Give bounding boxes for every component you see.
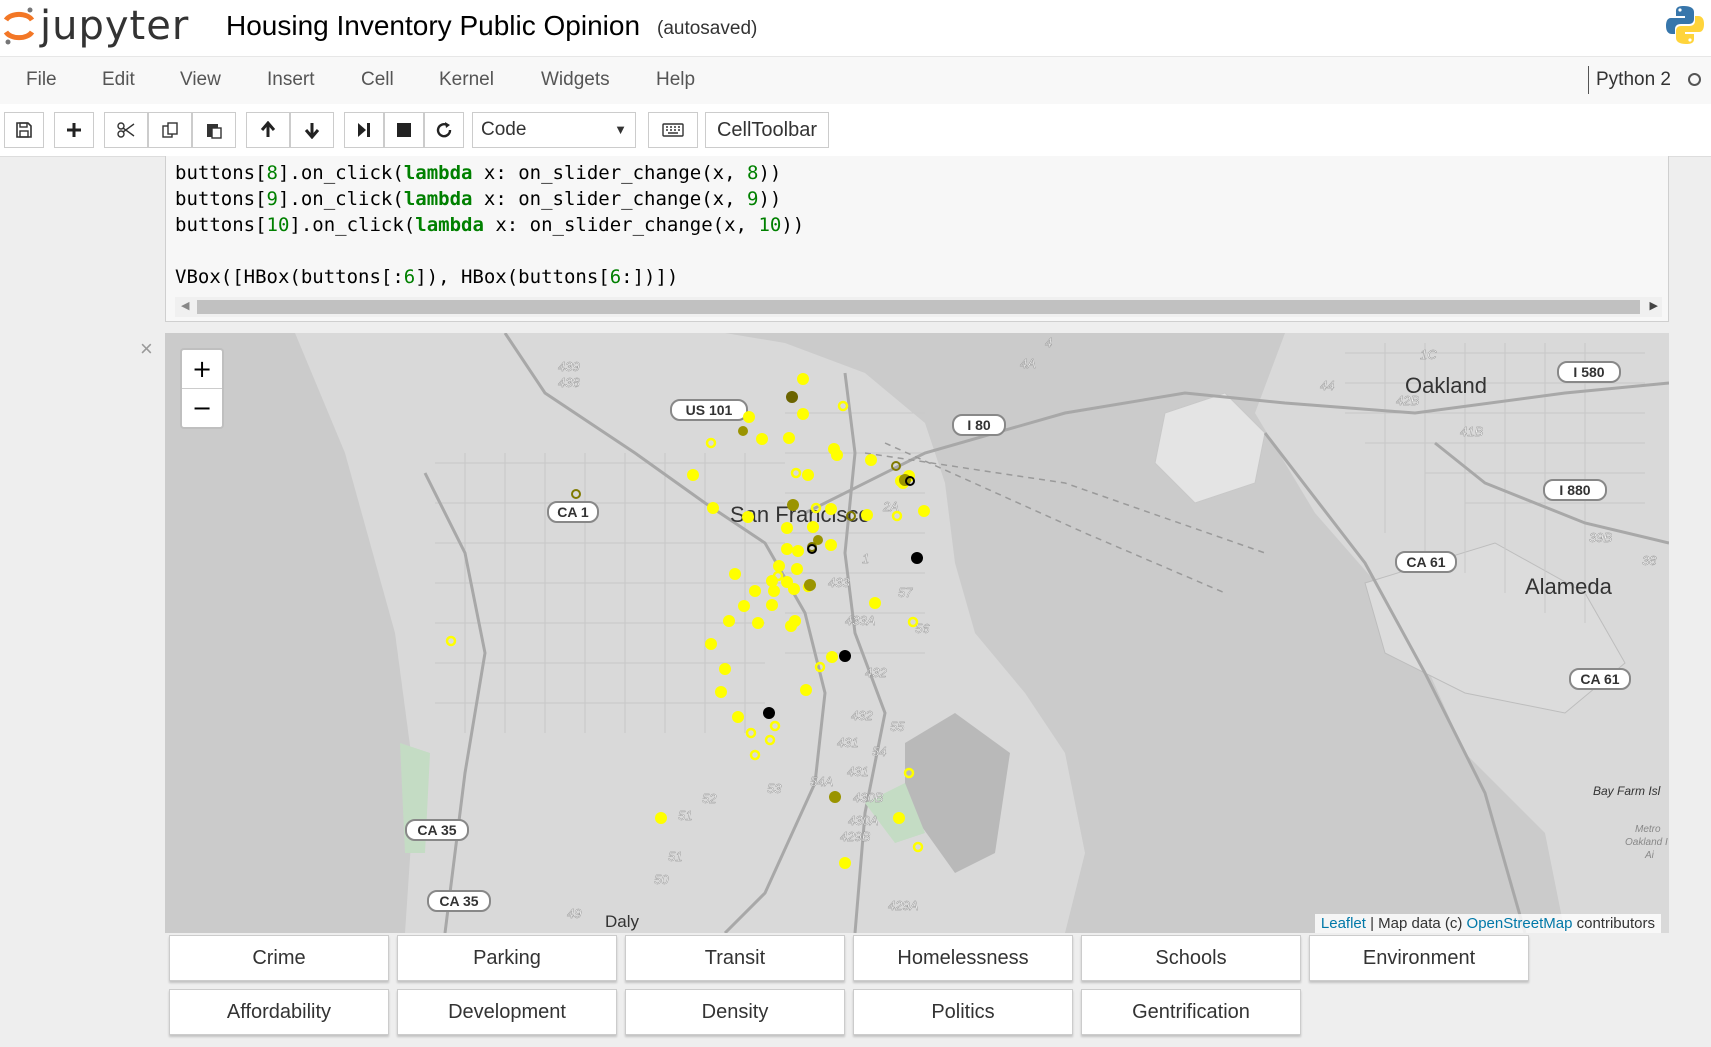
kernel-idle-indicator-icon [1688,73,1701,86]
paste-icon [207,124,222,139]
kernel-separator [1588,66,1589,94]
menu-widgets[interactable]: Widgets [541,69,610,91]
plus-icon [67,123,81,137]
menu-kernel[interactable]: Kernel [439,69,494,91]
code-line: VBox([HBox(buttons[:6]), HBox(buttons[6:… [175,266,679,288]
code-line: buttons[10].on_click(lambda x: on_slider… [175,214,805,236]
openstreetmap-link[interactable]: OpenStreetMap [1467,915,1573,932]
leaflet-map[interactable]: San Francisco Oakland Alameda Daly Bay F… [165,333,1669,933]
copy-button[interactable] [148,112,192,148]
insert-cell-button[interactable] [54,112,94,148]
topic-button-schools[interactable]: Schools [1081,935,1301,981]
topic-button-environment[interactable]: Environment [1309,935,1529,981]
autosave-status: (autosaved) [657,18,758,39]
cell-type-select[interactable]: Code ▼ [472,112,636,148]
close-output-icon[interactable]: × [140,336,153,362]
menu-edit[interactable]: Edit [102,69,135,91]
save-icon [16,122,32,138]
cell-type-value: Code [481,119,527,140]
attribution-text: | Map data (c) [1370,915,1463,932]
save-button[interactable] [4,112,44,148]
scrollbar-thumb[interactable] [197,300,1640,314]
topic-button-gentrification[interactable]: Gentrification [1081,989,1301,1035]
topic-button-politics[interactable]: Politics [853,989,1073,1035]
celltoolbar-button[interactable]: CellToolbar [705,112,829,148]
toolbar: Code ▼ CellToolbar [0,104,1711,157]
stop-icon [397,123,411,137]
attribution-contributors: contributors [1576,915,1655,932]
notebook-title[interactable]: Housing Inventory Public Opinion [226,10,640,42]
zoom-in-button[interactable]: + [182,350,222,388]
cut-button[interactable] [104,112,148,148]
menu-insert[interactable]: Insert [267,69,315,91]
notebook-header: jupyter Housing Inventory Public Opinion… [0,0,1711,56]
arrow-down-icon [304,123,320,139]
keyboard-icon [662,123,684,137]
code-cell-input[interactable]: buttons[8].on_click(lambda x: on_slider_… [165,156,1669,322]
scissors-icon [117,122,135,138]
map-attribution: Leaflet | Map data (c) OpenStreetMap con… [1314,914,1661,933]
scroll-left-icon[interactable]: ◀ [181,299,189,312]
interrupt-kernel-button[interactable] [384,112,424,148]
topic-button-parking[interactable]: Parking [397,935,617,981]
menu-cell[interactable]: Cell [361,69,394,91]
topic-button-crime[interactable]: Crime [169,935,389,981]
menu-help[interactable]: Help [656,69,695,91]
code-line: buttons[8].on_click(lambda x: on_slider_… [175,162,782,184]
move-down-button[interactable] [290,112,334,148]
jupyter-logo-icon [3,7,35,45]
arrow-up-icon [260,121,276,137]
command-palette-button[interactable] [648,112,698,148]
dropdown-caret-icon: ▼ [614,122,627,137]
run-button[interactable] [344,112,384,148]
topic-button-development[interactable]: Development [397,989,617,1035]
menubar: File Edit View Insert Cell Kernel Widget… [0,56,1711,106]
zoom-control: + − [180,348,224,429]
zoom-out-button[interactable]: − [182,388,222,427]
restart-kernel-button[interactable] [424,112,464,148]
horizontal-scrollbar[interactable]: ◀ ▶ [175,297,1662,317]
scroll-right-icon[interactable]: ▶ [1650,299,1658,312]
menu-view[interactable]: View [180,69,221,91]
topic-button-density[interactable]: Density [625,989,845,1035]
jupyter-logo[interactable]: jupyter [2,2,189,50]
topic-button-transit[interactable]: Transit [625,935,845,981]
menu-file[interactable]: File [26,69,57,91]
refresh-icon [436,122,452,138]
copy-icon [162,122,178,138]
kernel-name: Python 2 [1596,69,1671,90]
code-line: buttons[9].on_click(lambda x: on_slider_… [175,188,782,210]
paste-button[interactable] [192,112,236,148]
move-up-button[interactable] [246,112,290,148]
step-forward-icon [358,123,370,137]
topic-button-affordability[interactable]: Affordability [169,989,389,1035]
jupyter-logo-text: jupyter [40,3,190,49]
opinion-markers [445,373,930,869]
topic-button-homelessness[interactable]: Homelessness [853,935,1073,981]
python-logo-icon [1666,6,1704,44]
leaflet-link[interactable]: Leaflet [1321,915,1366,932]
